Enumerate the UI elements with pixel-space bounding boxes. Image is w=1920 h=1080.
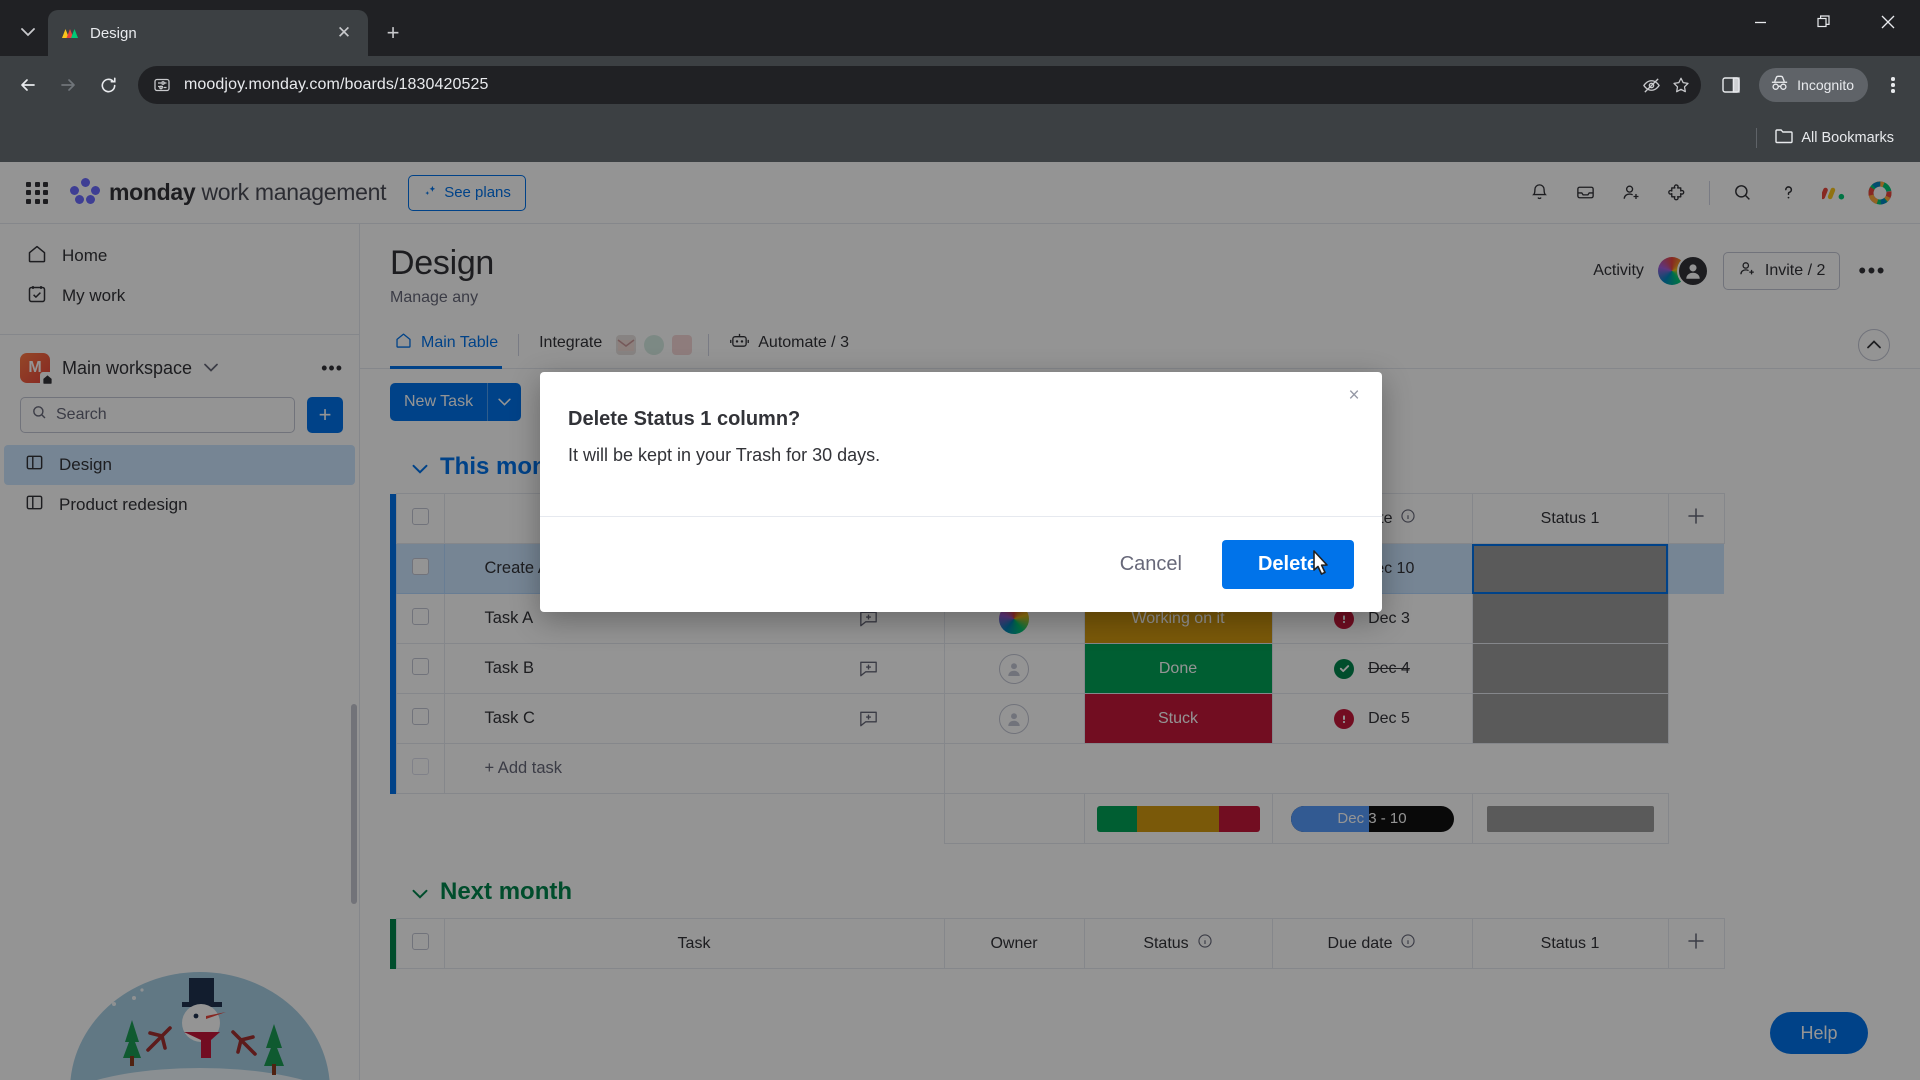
folder-icon xyxy=(1775,128,1794,148)
dialog-footer: Cancel Delete xyxy=(540,516,1382,612)
browser-toolbar: moodjoy.monday.com/boards/1830420525 Inc… xyxy=(0,56,1920,114)
window-controls xyxy=(1728,0,1920,44)
close-icon[interactable]: × xyxy=(1340,382,1368,410)
back-button[interactable] xyxy=(10,67,46,103)
eye-slash-icon[interactable] xyxy=(1637,71,1665,99)
site-settings-icon[interactable] xyxy=(148,71,176,99)
bookmarks-divider xyxy=(1756,128,1758,148)
tab-search-button[interactable] xyxy=(8,12,48,52)
chrome-menu-button[interactable] xyxy=(1876,68,1910,102)
delete-button[interactable]: Delete xyxy=(1221,540,1354,589)
delete-column-dialog: × Delete Status 1 column? It will be kep… xyxy=(540,372,1382,612)
minimize-button[interactable] xyxy=(1728,0,1792,44)
tab-title: Design xyxy=(90,24,137,42)
bookmarks-bar: All Bookmarks xyxy=(0,114,1920,162)
all-bookmarks-label: All Bookmarks xyxy=(1801,130,1894,146)
browser-tab[interactable]: Design ✕ xyxy=(48,10,368,56)
monday-logo-icon xyxy=(60,23,80,43)
tab-strip: Design ✕ + xyxy=(0,0,1920,56)
modal-scrim[interactable] xyxy=(0,162,1920,1080)
side-panel-button[interactable] xyxy=(1713,67,1749,103)
omnibox-actions xyxy=(1637,71,1695,99)
new-tab-button[interactable]: + xyxy=(376,16,410,50)
dialog-title: Delete Status 1 column? xyxy=(568,408,801,430)
url-text: moodjoy.monday.com/boards/1830420525 xyxy=(184,76,489,93)
all-bookmarks-button[interactable]: All Bookmarks xyxy=(1767,122,1902,154)
incognito-icon xyxy=(1769,73,1790,97)
forward-button[interactable] xyxy=(50,67,86,103)
dialog-description: It will be kept in your Trash for 30 day… xyxy=(568,445,881,465)
reload-button[interactable] xyxy=(90,67,126,103)
close-tab-icon[interactable]: ✕ xyxy=(332,21,356,45)
browser-window: Design ✕ + moodjoy.monday.com/boards/183… xyxy=(0,0,1920,1080)
address-bar[interactable]: moodjoy.monday.com/boards/1830420525 xyxy=(138,66,1702,104)
profile-label: Incognito xyxy=(1797,77,1854,93)
dialog-body: Delete Status 1 column? It will be kept … xyxy=(540,372,1382,516)
page-viewport: monday work management See plans Home My… xyxy=(0,162,1920,1080)
maximize-restore-button[interactable] xyxy=(1792,0,1856,44)
bookmark-star-icon[interactable] xyxy=(1667,71,1695,99)
close-window-button[interactable] xyxy=(1856,0,1920,44)
cancel-button[interactable]: Cancel xyxy=(1104,543,1198,586)
incognito-profile-button[interactable]: Incognito xyxy=(1759,68,1868,102)
